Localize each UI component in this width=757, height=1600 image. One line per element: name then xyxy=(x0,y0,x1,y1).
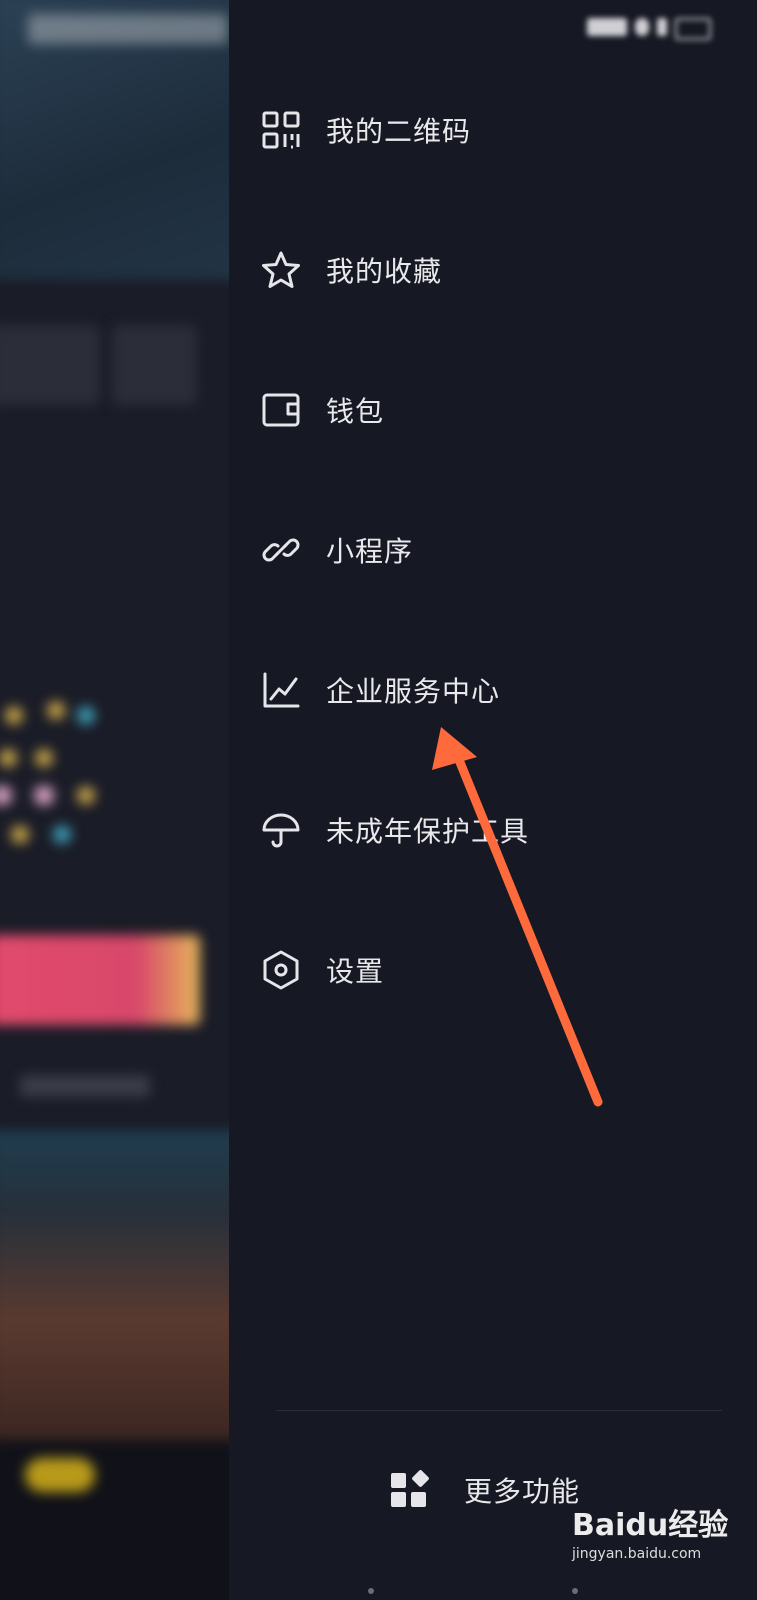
background-tile xyxy=(0,325,100,405)
link-icon xyxy=(260,529,302,571)
nav-indicator-dot xyxy=(368,1588,374,1594)
menu-item-wallet[interactable]: 钱包 xyxy=(229,360,757,460)
line-chart-icon xyxy=(260,669,302,711)
menu-item-mini-programs[interactable]: 小程序 xyxy=(229,500,757,600)
star-icon xyxy=(260,249,302,291)
menu-item-enterprise-service-center[interactable]: 企业服务中心 xyxy=(229,640,757,740)
menu-item-minor-protection[interactable]: 未成年保护工具 xyxy=(229,780,757,880)
background-stickers xyxy=(0,690,110,860)
hexagon-settings-icon xyxy=(260,949,302,991)
menu-item-label: 设置 xyxy=(326,955,385,988)
menu-item-label: 未成年保护工具 xyxy=(326,815,530,848)
menu-item-label: 我的二维码 xyxy=(326,115,472,148)
wallet-icon xyxy=(260,389,302,431)
menu-item-label: 小程序 xyxy=(326,535,414,568)
background-pill xyxy=(25,1458,95,1492)
watermark-url: jingyan.baidu.com xyxy=(572,1546,702,1562)
background-text xyxy=(20,1075,150,1097)
umbrella-icon xyxy=(260,809,302,851)
status-bar-left xyxy=(28,14,228,44)
menu-item-label: 钱包 xyxy=(326,395,385,428)
menu-item-settings[interactable]: 设置 xyxy=(229,920,757,1020)
baidu-jingyan-watermark: Baidu经验 jingyan.baidu.com xyxy=(570,1488,752,1596)
watermark-brand: Baidu经验 xyxy=(572,1508,729,1543)
background-tile xyxy=(112,325,197,405)
qr-code-icon xyxy=(260,109,302,151)
menu-item-qr-code[interactable]: 我的二维码 xyxy=(229,80,757,180)
more-features-label: 更多功能 xyxy=(464,1475,581,1508)
menu-item-label: 我的收藏 xyxy=(326,255,443,288)
menu-item-label: 企业服务中心 xyxy=(326,675,501,708)
status-bar-right xyxy=(587,12,711,42)
background-app-content[interactable] xyxy=(0,0,235,1600)
background-video-thumbnail xyxy=(0,1130,235,1450)
drawer-divider xyxy=(276,1410,722,1411)
side-drawer: 我的二维码 我的收藏 钱包 小程序 企业服务中心 未成年保护工具 设置 更多功能 xyxy=(229,0,757,1600)
grid-apps-icon xyxy=(389,1470,429,1510)
background-promo-banner xyxy=(0,935,200,1025)
menu-item-favorites[interactable]: 我的收藏 xyxy=(229,220,757,320)
